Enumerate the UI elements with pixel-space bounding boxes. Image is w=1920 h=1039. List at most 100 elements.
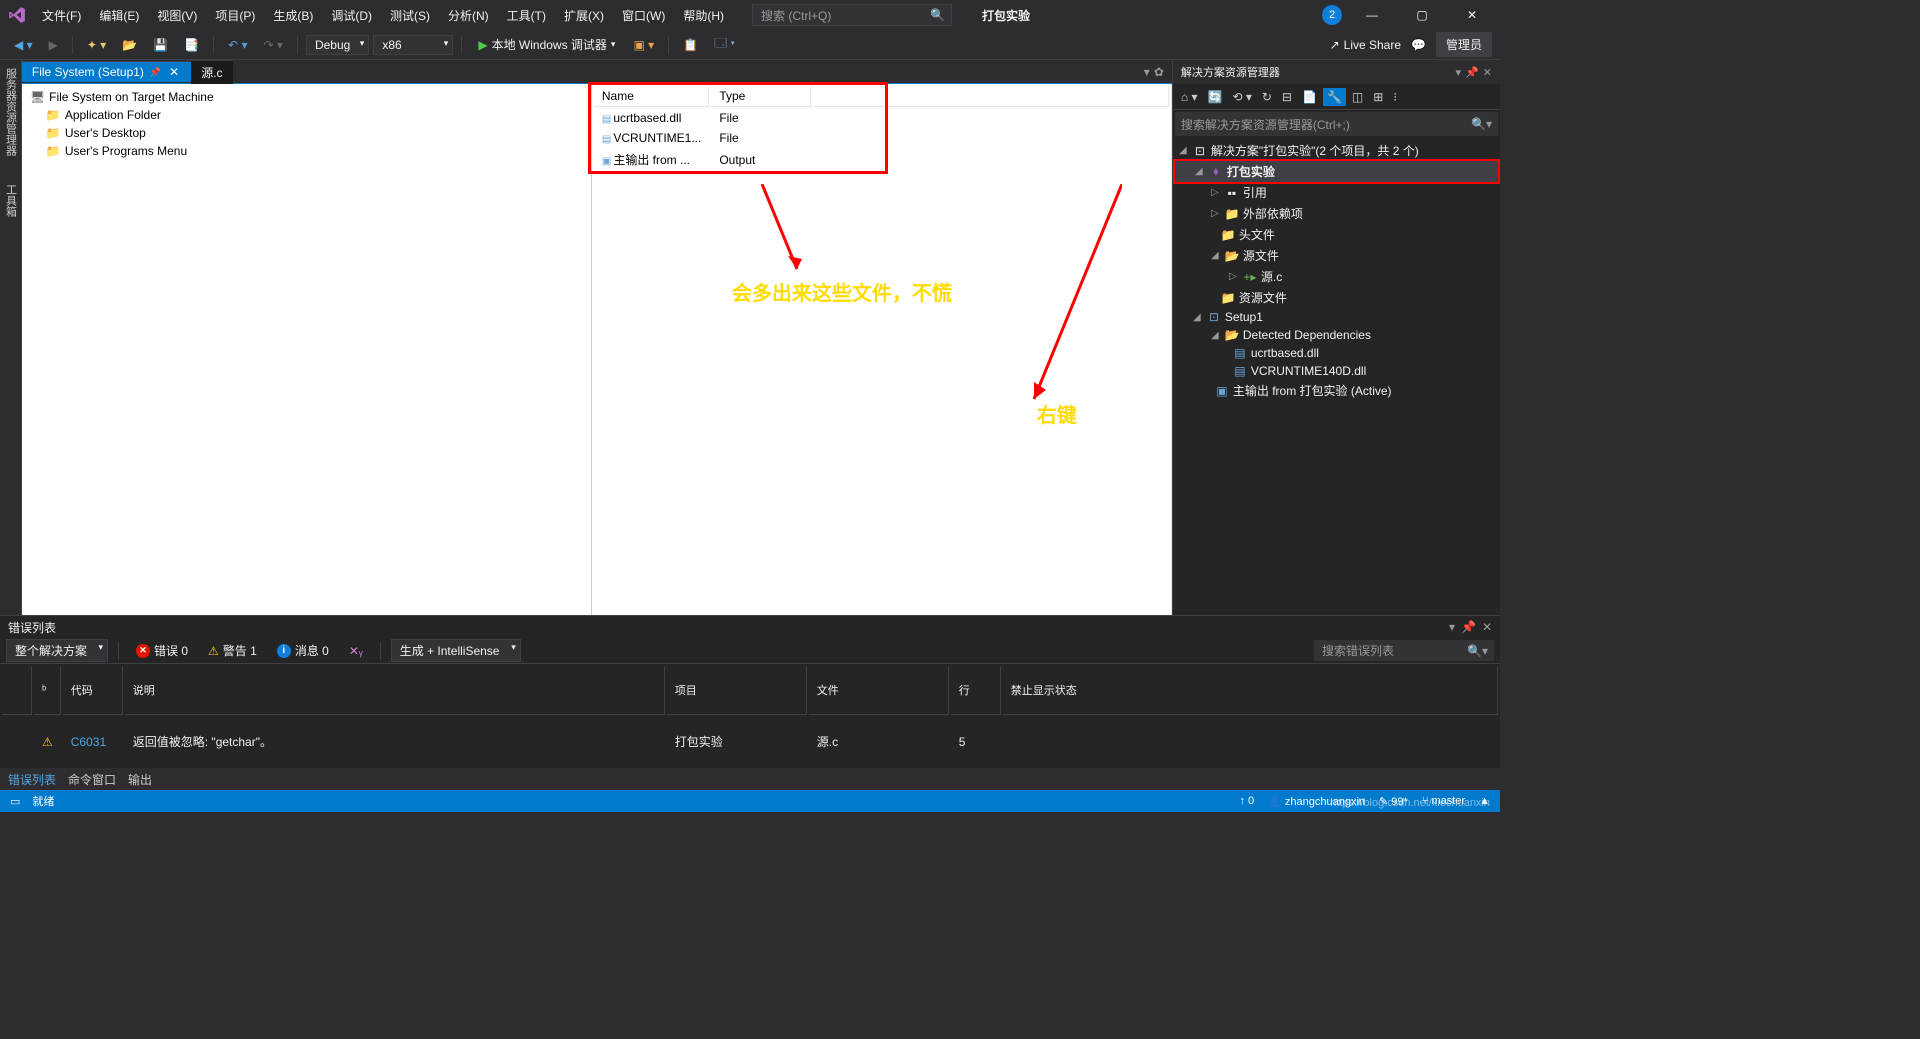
col-file[interactable]: 文件 bbox=[809, 666, 949, 715]
panel-dropdown-icon[interactable]: ▾ bbox=[1449, 620, 1455, 634]
build-filter-dropdown[interactable]: 生成 + IntelliSense bbox=[391, 639, 521, 662]
col-line[interactable]: 行 bbox=[951, 666, 1001, 715]
source-file-node[interactable]: ▷ +▸ 源.c bbox=[1173, 266, 1500, 287]
show-all-icon[interactable]: 📄 bbox=[1298, 88, 1321, 106]
tab-command-window[interactable]: 命令窗口 bbox=[68, 771, 116, 788]
sources-node[interactable]: ◢ 📂 源文件 bbox=[1173, 245, 1500, 266]
col-desc[interactable]: 说明 bbox=[125, 666, 665, 715]
tab-output[interactable]: 输出 bbox=[128, 771, 152, 788]
expander-icon[interactable]: ◢ bbox=[1191, 312, 1203, 323]
col-code[interactable]: 代码 bbox=[63, 666, 123, 715]
menu-window[interactable]: 窗口(W) bbox=[614, 3, 673, 28]
error-search[interactable]: 搜索错误列表 🔍▾ bbox=[1314, 640, 1494, 661]
expander-icon[interactable]: ◢ bbox=[1209, 250, 1221, 261]
tab-dropdown-icon[interactable]: ▾ bbox=[1144, 65, 1150, 79]
config-dropdown[interactable]: Debug bbox=[306, 35, 369, 55]
menu-debug[interactable]: 调试(D) bbox=[323, 3, 380, 28]
status-publish-icon[interactable]: ▲ bbox=[1479, 795, 1490, 807]
properties-icon[interactable]: 🔧 bbox=[1323, 88, 1346, 106]
liveshare-button[interactable]: ↗ Live Share bbox=[1330, 38, 1401, 52]
redo-button[interactable]: ↷ ▾ bbox=[258, 36, 289, 54]
panel-pin-icon[interactable]: 📌 bbox=[1465, 66, 1479, 79]
solution-search[interactable]: 搜索解决方案资源管理器(Ctrl+;) 🔍▾ bbox=[1175, 112, 1498, 136]
menu-test[interactable]: 测试(S) bbox=[382, 3, 438, 28]
status-user[interactable]: 👤 zhangchuangxin bbox=[1268, 795, 1365, 808]
headers-node[interactable]: 📁 头文件 bbox=[1173, 224, 1500, 245]
file-row[interactable]: ▣主输出 from ... Output bbox=[594, 149, 1169, 170]
error-code[interactable]: C6031 bbox=[63, 717, 123, 766]
panel-close-icon[interactable]: ✕ bbox=[1483, 66, 1492, 79]
menu-build[interactable]: 生成(B) bbox=[265, 3, 321, 28]
primary-output-node[interactable]: ▣ 主输出 from 打包实验 (Active) bbox=[1173, 380, 1500, 401]
panel-pin-icon[interactable]: 📌 bbox=[1461, 620, 1476, 634]
quick-search[interactable]: 搜索 (Ctrl+Q) 🔍 bbox=[752, 4, 952, 26]
save-button[interactable]: 💾 bbox=[147, 36, 174, 54]
nav-forward-button[interactable]: ▶ bbox=[43, 36, 64, 54]
notification-badge[interactable]: 2 bbox=[1322, 5, 1342, 25]
home-icon[interactable]: ⌂ ▾ bbox=[1177, 88, 1202, 106]
platform-dropdown[interactable]: x86 bbox=[373, 35, 453, 55]
menu-analyze[interactable]: 分析(N) bbox=[440, 3, 497, 28]
preview-icon[interactable]: ◫ bbox=[1348, 88, 1367, 106]
expander-icon[interactable]: ▷ bbox=[1209, 187, 1221, 198]
menu-file[interactable]: 文件(F) bbox=[34, 3, 89, 28]
menu-project[interactable]: 项目(P) bbox=[207, 3, 263, 28]
expander-icon[interactable]: ▷ bbox=[1227, 271, 1239, 282]
open-button[interactable]: 📂 bbox=[116, 36, 143, 54]
menu-edit[interactable]: 编辑(E) bbox=[91, 3, 147, 28]
maximize-button[interactable]: ▢ bbox=[1402, 1, 1442, 29]
registry-button[interactable]: 📋 bbox=[677, 36, 704, 54]
col-name[interactable]: Name bbox=[594, 86, 709, 107]
toolbox-tab[interactable]: 工具箱 bbox=[0, 180, 20, 221]
close-button[interactable]: ✕ bbox=[1452, 1, 1492, 29]
start-debug-button[interactable]: ▶ 本地 Windows 调试器 ▾ bbox=[470, 34, 623, 55]
view-icon[interactable]: ⊞ bbox=[1369, 88, 1387, 106]
status-up[interactable]: ↑ 0 bbox=[1239, 795, 1254, 807]
fs-programs[interactable]: 📁 User's Programs Menu bbox=[26, 142, 587, 160]
dep-file-node[interactable]: ▤ ucrtbased.dll bbox=[1173, 344, 1500, 362]
references-node[interactable]: ▷ ▪▪ 引用 bbox=[1173, 182, 1500, 203]
fs-desktop[interactable]: 📁 User's Desktop bbox=[26, 124, 587, 142]
file-row[interactable]: ▤VCRUNTIME1... File bbox=[594, 129, 1169, 147]
setup-project-node[interactable]: ◢ ⊡ Setup1 bbox=[1173, 308, 1500, 326]
nav-back-button[interactable]: ◀ ▾ bbox=[8, 36, 39, 54]
file-row[interactable]: ▤ucrtbased.dll File bbox=[594, 109, 1169, 127]
col-project[interactable]: 项目 bbox=[667, 666, 807, 715]
minimize-button[interactable]: — bbox=[1352, 1, 1392, 29]
scope-dropdown[interactable]: 整个解决方案 bbox=[6, 639, 108, 662]
warnings-filter[interactable]: ⚠ 警告 1 bbox=[201, 639, 264, 662]
project-node-highlighted[interactable]: ◢ ⬧ 打包实验 bbox=[1173, 159, 1500, 184]
collapse-icon[interactable]: ⊟ bbox=[1278, 88, 1296, 106]
errors-filter[interactable]: ✕ 错误 0 bbox=[129, 639, 195, 662]
fs-root[interactable]: 🖥 File System on Target Machine bbox=[26, 88, 587, 106]
col-suppress[interactable]: 禁止显示状态 bbox=[1003, 666, 1498, 715]
tab-error-list[interactable]: 错误列表 bbox=[8, 771, 56, 788]
refresh-icon[interactable]: ↻ bbox=[1258, 88, 1276, 106]
expander-icon[interactable]: ◢ bbox=[1193, 166, 1205, 177]
solution-root[interactable]: ◢ ⊡ 解决方案"打包实验"(2 个项目，共 2 个) bbox=[1173, 140, 1500, 161]
fs-app-folder[interactable]: 📁 Application Folder bbox=[26, 106, 587, 124]
menu-view[interactable]: 视图(V) bbox=[149, 3, 205, 28]
expander-icon[interactable]: ▷ bbox=[1209, 208, 1221, 219]
panel-close-icon[interactable]: ✕ bbox=[1482, 620, 1492, 634]
clear-filter-button[interactable]: ✕ᵧ bbox=[342, 641, 370, 661]
tab-settings-icon[interactable]: ✿ bbox=[1154, 65, 1164, 79]
feedback-icon[interactable]: 💬 bbox=[1411, 38, 1426, 52]
sync-icon[interactable]: ⟲ ▾ bbox=[1228, 88, 1255, 106]
tab-source[interactable]: 源.c bbox=[191, 60, 232, 84]
pin-icon[interactable]: 📌 bbox=[150, 67, 161, 78]
detected-deps-node[interactable]: ◢ 📂 Detected Dependencies bbox=[1173, 326, 1500, 344]
col-type[interactable]: Type bbox=[711, 86, 811, 107]
dep-file-node[interactable]: ▤ VCRUNTIME140D.dll bbox=[1173, 362, 1500, 380]
close-icon[interactable]: ✕ bbox=[167, 65, 181, 79]
save-all-button[interactable]: 📑 bbox=[178, 36, 205, 54]
server-explorer-tab[interactable]: 服务器资源管理器 bbox=[0, 64, 20, 160]
launch-editor-button[interactable]: ▣ ▾ bbox=[627, 36, 660, 54]
menu-help[interactable]: 帮助(H) bbox=[675, 3, 732, 28]
undo-button[interactable]: ↶ ▾ bbox=[222, 36, 253, 54]
error-row[interactable]: ⚠ C6031 返回值被忽略: "getchar"。 打包实验 源.c 5 bbox=[2, 717, 1498, 766]
tab-filesystem[interactable]: File System (Setup1) 📌 ✕ bbox=[22, 61, 191, 82]
status-branch[interactable]: ⑂ master bbox=[1422, 795, 1465, 807]
menu-tools[interactable]: 工具(T) bbox=[499, 3, 554, 28]
new-project-button[interactable]: ✦ ▾ bbox=[81, 36, 112, 54]
